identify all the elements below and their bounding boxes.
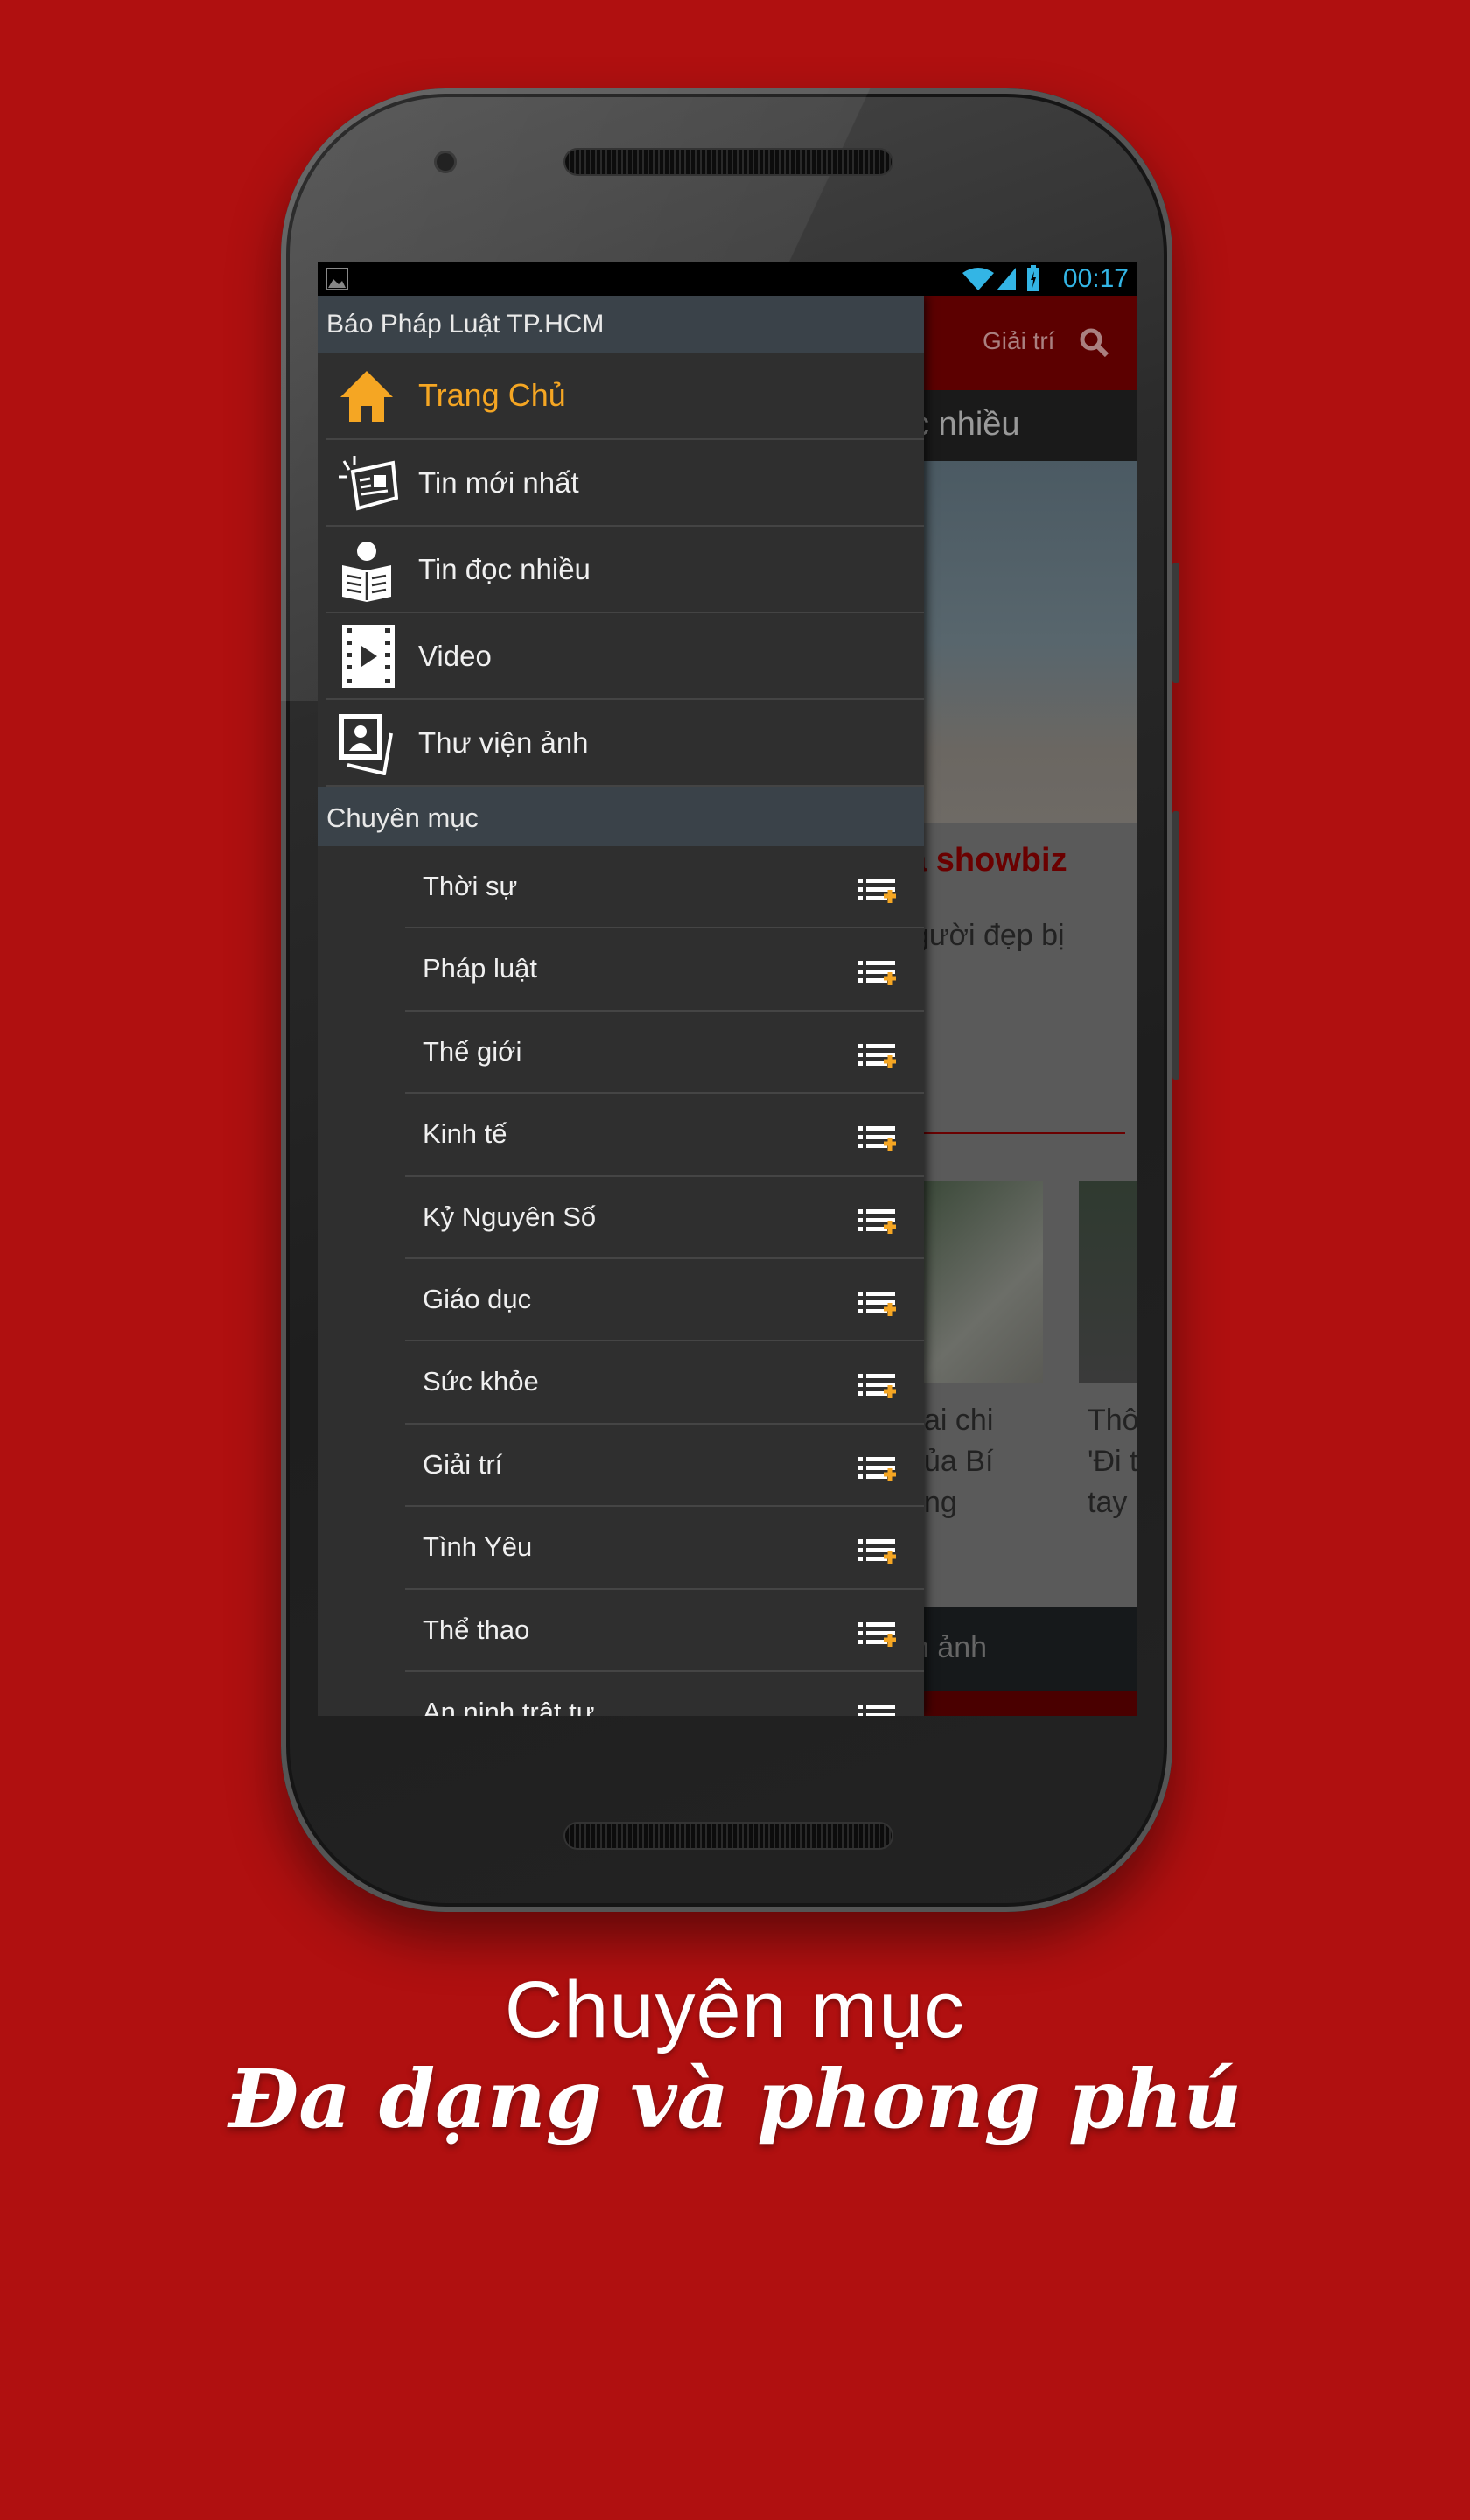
top-speaker [565,150,892,174]
home-icon [340,371,393,422]
category-item[interactable]: An ninh trật tự [405,1672,924,1716]
category-label: Thể thao [423,1614,530,1645]
category-list: Thời sự Pháp luật Thế giới Kinh tế Kỷ Nguyên… [318,846,924,1716]
category-item[interactable]: Thể thao [405,1590,924,1672]
article-summary: gười đẹp bị [913,919,1065,952]
article-headline[interactable]: a showbiz [908,842,1068,879]
category-item[interactable]: Pháp luật [405,928,924,1012]
add-to-list-icon[interactable] [858,1372,897,1399]
add-to-list-icon[interactable] [858,1042,897,1068]
category-item[interactable]: Sức khỏe [405,1341,924,1424]
phone-screen: 00:17 Giải trí c nhiều a showbiz gười đẹ… [318,262,1138,1716]
category-label: Thời sự [423,871,518,901]
menu-item-label: Thư viện ảnh [418,726,589,759]
front-camera [437,153,454,171]
category-item[interactable]: Thời sự [405,846,924,929]
tab-most-read[interactable]: c nhiều [913,406,1020,444]
add-to-list-icon[interactable] [858,1290,897,1316]
category-item[interactable]: Thế giới [405,1012,924,1095]
add-to-list-icon[interactable] [858,1455,897,1481]
bottom-speaker [565,1824,892,1848]
category-item[interactable]: Giải trí [405,1424,924,1508]
film-icon [342,625,395,688]
add-to-list-icon[interactable] [858,1208,897,1234]
category-label: Kỷ Nguyên Số [423,1200,597,1232]
category-item[interactable]: Kỷ Nguyên Số [405,1177,924,1259]
add-to-list-icon[interactable] [858,877,897,903]
category-label: Sức khỏe [423,1366,539,1397]
add-to-list-icon[interactable] [858,959,897,986]
menu-item-latest-news[interactable]: Tin mới nhất [326,440,924,527]
category-label: An ninh trật tự [423,1696,595,1716]
article-caption[interactable]: ai chi ủa Bí ng [924,1400,993,1523]
drawer-title: Báo Pháp Luật TP.HCM [318,296,924,354]
menu-item-label: Tin đọc nhiều [418,553,591,585]
category-item[interactable]: Kinh tế [405,1094,924,1177]
wifi-icon [962,268,994,290]
category-label: Giải trí [423,1448,503,1480]
category-label: Kinh tế [423,1118,508,1150]
category-label: Tình Yêu [423,1531,533,1563]
tagline-title: Chuyên mục [504,1965,966,2054]
power-button [1172,563,1180,682]
newspaper-icon [339,456,398,511]
add-to-list-icon[interactable] [858,1620,897,1647]
category-label: Pháp luật [423,953,537,984]
image-notification-icon [326,268,348,290]
status-bar: 00:17 [318,262,1138,296]
section-header-categories: Chuyên mục [318,787,924,846]
tagline-subtitle: Đa dạng và phong phú [228,2052,1242,2146]
menu-item-photo-gallery[interactable]: Thư viện ảnh [326,700,924,787]
reader-icon [342,542,391,602]
navigation-drawer: Báo Pháp Luật TP.HCM Trang Chủ Tin mới n… [318,296,924,1716]
article-thumbnail[interactable] [924,1181,1043,1382]
signal-icon [997,268,1016,290]
menu-item-video[interactable]: Video [326,613,924,700]
category-label: Thế giới [423,1035,522,1067]
add-to-list-icon[interactable] [858,1537,897,1564]
photo-gallery-icon [339,714,393,775]
search-icon[interactable] [1079,327,1110,359]
menu-item-label: Video [418,640,492,672]
menu-item-home[interactable]: Trang Chủ [326,354,924,440]
clock: 00:17 [1062,264,1129,293]
category-item[interactable]: Tình Yêu [405,1507,924,1590]
menu-item-label: Trang Chủ [418,377,566,413]
category-label: Giáo dục [423,1283,532,1314]
category-label[interactable]: Giải trí [983,327,1054,355]
article-thumbnail[interactable] [1079,1181,1138,1382]
add-to-list-icon[interactable] [858,1124,897,1152]
menu-item-most-read[interactable]: Tin đọc nhiều [326,527,924,613]
add-to-list-icon[interactable] [858,1703,897,1716]
divider [924,1132,1125,1134]
menu-item-label: Tin mới nhất [418,466,579,499]
battery-charging-icon [1027,265,1040,291]
category-item[interactable]: Giáo dục [405,1259,924,1342]
volume-button [1172,811,1180,1080]
article-caption[interactable]: Thô 'Đi t tay [1088,1400,1138,1523]
